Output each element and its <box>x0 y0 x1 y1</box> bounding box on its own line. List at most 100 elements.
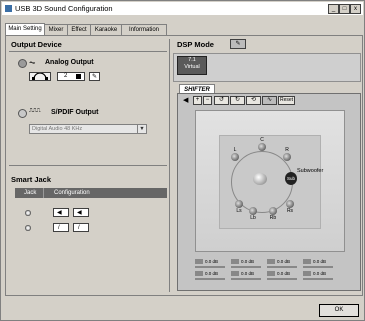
level-slider[interactable] <box>231 266 261 268</box>
window-title: USB 3D Sound Configuration <box>15 4 113 13</box>
smart-jack-table-header: Jack Configuration <box>15 188 167 198</box>
settings-tool-button[interactable]: ✎ <box>89 72 100 81</box>
column-jack: Jack <box>24 190 37 196</box>
speaker-left[interactable]: L <box>230 147 240 161</box>
speaker-right-side[interactable]: Rs <box>283 200 297 214</box>
speaker-right-back[interactable]: Rb <box>266 207 280 221</box>
rotate-left-button[interactable]: ↺ <box>214 96 229 105</box>
listener-head-icon[interactable] <box>253 173 267 185</box>
level-value: 0.0 dB <box>241 271 255 276</box>
headphone-button[interactable] <box>29 72 51 81</box>
speaker-icon <box>235 200 243 208</box>
level-back[interactable]: 0.0 dB <box>303 258 326 265</box>
main-window: USB 3D Sound Configuration _ □ x Main Se… <box>0 0 365 321</box>
tab-mixer[interactable]: Mixer <box>44 24 68 35</box>
zoom-in-button[interactable]: + <box>193 96 202 105</box>
chevron-down-icon: ▼ <box>137 125 146 133</box>
level-value: 0.0 dB <box>277 271 291 276</box>
channel-value: 2 <box>64 73 68 79</box>
level-center[interactable]: 0.0 dB <box>231 258 254 265</box>
rotate-left-icon: ↺ <box>218 97 225 103</box>
app-icon <box>5 5 12 12</box>
maximize-button[interactable]: □ <box>339 4 350 14</box>
back-speaker-icon <box>303 259 311 265</box>
level-value: 0.0 dB <box>241 259 255 264</box>
level-slider[interactable] <box>303 266 333 268</box>
tab-effect[interactable]: Effect <box>67 24 91 35</box>
digital-wave-icon: ⎍⎍⎍ <box>29 108 41 114</box>
line-in-icon: / <box>78 225 80 231</box>
jack-2-config-a-button[interactable]: / <box>53 223 69 232</box>
level-front[interactable]: 0.0 dB <box>195 258 218 265</box>
speaker-rear-icon: ◀ <box>77 210 82 216</box>
level-value: 0.0 dB <box>313 259 327 264</box>
level-left[interactable]: 0.0 dB <box>195 270 218 277</box>
reset-button[interactable]: Reset <box>278 96 295 105</box>
analog-output-radio[interactable] <box>18 59 27 68</box>
spdif-output-label: S/PDIF Output <box>51 109 99 116</box>
speaker-left-back[interactable]: Lb <box>246 207 260 221</box>
speaker-icon <box>231 153 239 161</box>
spdif-format-select[interactable]: Digital Audio 48 KHz ▼ <box>29 124 147 134</box>
level-right[interactable]: 0.0 dB <box>231 270 254 277</box>
level-slider[interactable] <box>267 278 297 280</box>
speaker-left-side[interactable]: Ls <box>232 200 246 214</box>
level-subwoofer[interactable]: 0.0 dB <box>267 270 290 277</box>
speaker-right-side-label: Rs <box>286 208 294 214</box>
level-rear[interactable]: 0.0 dB <box>303 270 326 277</box>
wave-mode-button[interactable]: ∿ <box>262 96 277 105</box>
column-divider <box>43 188 44 198</box>
jack-2-icon <box>25 225 31 231</box>
level-slider[interactable] <box>195 278 225 280</box>
tab-information[interactable]: Information <box>121 24 167 35</box>
close-button[interactable]: x <box>350 4 361 14</box>
zoom-out-button[interactable]: − <box>203 96 212 105</box>
speaker-icon <box>283 153 291 161</box>
channel-selector[interactable]: 2 <box>57 72 85 81</box>
right-speaker-icon <box>231 271 239 277</box>
level-slider[interactable] <box>195 266 225 268</box>
plus-icon: + <box>195 97 200 103</box>
tool-icon: ✎ <box>91 74 98 80</box>
center-speaker-icon <box>231 259 239 265</box>
speaker-icon <box>76 74 81 79</box>
speaker-center-label: C <box>260 137 264 143</box>
dsp-settings-button[interactable]: ✎ <box>230 39 246 49</box>
speaker-right-back-label: Rb <box>269 215 277 221</box>
speaker-right-label: R <box>285 147 289 153</box>
jack-1-config-b-button[interactable]: ◀ <box>73 208 89 217</box>
level-slider[interactable] <box>303 278 333 280</box>
level-value: 0.0 dB <box>313 271 327 276</box>
level-value: 0.0 dB <box>205 259 219 264</box>
dsp-mode-7-1-virtual-button[interactable]: 7.1 Virtual <box>177 56 207 75</box>
speaker-icon <box>286 200 294 208</box>
headphone-icon <box>32 72 48 80</box>
mic-icon: / <box>58 225 60 231</box>
auto-rotate-button[interactable]: ⟲ <box>246 96 261 105</box>
minimize-button[interactable]: _ <box>328 4 339 14</box>
tab-main-setting[interactable]: Main Setting <box>5 23 45 35</box>
level-slider[interactable] <box>267 266 297 268</box>
level-slider[interactable] <box>231 278 261 280</box>
dsp-mode-channels: 7.1 <box>188 57 196 63</box>
jack-2-config-b-button[interactable]: / <box>73 223 89 232</box>
analog-output-label: Analog Output <box>45 59 94 66</box>
speaker-left-side-label: Ls <box>236 208 242 214</box>
rotate-right-icon: ↻ <box>234 97 241 103</box>
side-speaker-icon <box>267 259 275 265</box>
dsp-mode-heading: DSP Mode <box>177 40 214 49</box>
rotate-right-button[interactable]: ↻ <box>230 96 245 105</box>
wave-icon: ∿ <box>266 97 273 103</box>
subwoofer-badge[interactable]: Sub <box>285 172 297 185</box>
smart-jack-heading: Smart Jack <box>11 175 52 184</box>
left-speaker-icon <box>195 271 203 277</box>
level-side[interactable]: 0.0 dB <box>267 258 290 265</box>
spdif-output-radio[interactable] <box>18 109 27 118</box>
level-value: 0.0 dB <box>205 271 219 276</box>
ok-button[interactable]: OK <box>319 304 359 317</box>
auto-rotate-icon: ⟲ <box>250 97 257 103</box>
speaker-center[interactable]: C <box>256 137 268 151</box>
speaker-right[interactable]: R <box>282 147 292 161</box>
jack-1-config-a-button[interactable]: ◀ <box>53 208 69 217</box>
tab-karaoke[interactable]: Karaoke <box>90 24 122 35</box>
